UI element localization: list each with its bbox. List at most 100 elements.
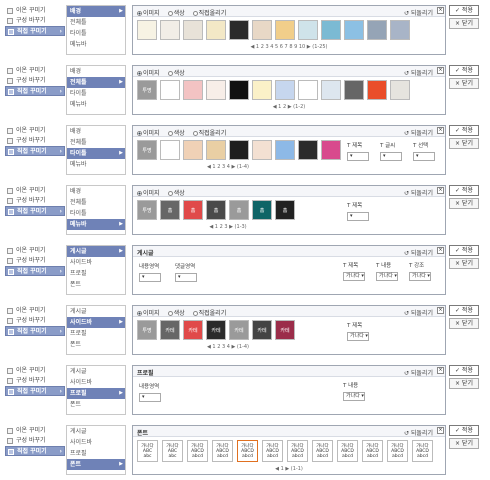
thumbnail[interactable] — [206, 80, 226, 100]
apply-button[interactable]: ✓ 적용 — [449, 365, 479, 376]
close-button[interactable]: × 닫기 — [449, 198, 479, 209]
option-select[interactable]: ▾ — [413, 152, 435, 161]
thumbnail[interactable] — [229, 20, 249, 40]
left-menu-item[interactable]: 구성 바꾸기 — [5, 136, 65, 146]
thumbnail[interactable] — [275, 20, 295, 40]
sub-menu-item[interactable]: 게시글 — [67, 306, 125, 317]
font-sample[interactable]: 가나다 ABC abc — [162, 440, 183, 462]
font-sample[interactable]: 가나다 ABC abc — [137, 440, 158, 462]
sub-menu-item[interactable]: 프로필 — [67, 448, 125, 459]
thumbnail[interactable] — [137, 20, 157, 40]
sub-menu-item[interactable]: 폰트 — [67, 339, 125, 350]
close-button[interactable]: × 닫기 — [449, 78, 479, 89]
thumbnail[interactable] — [183, 80, 203, 100]
left-menu-item[interactable]: 직접 꾸미기 › — [5, 206, 65, 216]
close-icon[interactable]: × — [437, 67, 444, 74]
left-menu-item[interactable]: 구성 바꾸기 — [5, 436, 65, 446]
sub-menu-item[interactable]: 폰트 — [67, 279, 125, 290]
pagination[interactable]: ◀ 1 2 3 4 ▶ (1-4) — [133, 163, 323, 171]
left-menu-item[interactable]: 구성 바꾸기 — [5, 76, 65, 86]
thumbnail[interactable] — [183, 140, 203, 160]
close-button[interactable]: × 닫기 — [449, 438, 479, 449]
thumbnail[interactable] — [252, 20, 272, 40]
thumbnail[interactable]: 투명 — [137, 80, 157, 100]
option-select[interactable]: ▾ — [347, 152, 369, 161]
sub-menu-item[interactable]: 타이틀 — [67, 28, 125, 39]
sub-menu-item[interactable]: 전체틀 ▶ — [67, 77, 125, 88]
sub-menu-item[interactable]: 게시글 — [67, 426, 125, 437]
close-button[interactable]: × 닫기 — [449, 18, 479, 29]
thumbnail[interactable] — [321, 20, 341, 40]
thumbnail[interactable] — [344, 80, 364, 100]
sub-menu-item[interactable]: 전체틀 — [67, 17, 125, 28]
left-menu-item[interactable]: 이온 꾸미기 — [5, 66, 65, 76]
option-select[interactable]: ▾ — [380, 152, 402, 161]
thumbnail[interactable] — [390, 20, 410, 40]
sub-menu-item[interactable]: 전체틀 — [67, 137, 125, 148]
close-icon[interactable]: × — [437, 127, 444, 134]
font-sample[interactable]: 가나다 ABCD abcd — [187, 440, 208, 462]
thumbnail[interactable] — [183, 20, 203, 40]
reset-link[interactable]: ↺ 되돌리기 — [404, 308, 433, 317]
sub-menu-item[interactable]: 게시글 — [67, 366, 125, 377]
thumbnail[interactable] — [275, 80, 295, 100]
left-menu-item[interactable]: 구성 바꾸기 — [5, 376, 65, 386]
sub-menu-item[interactable]: 타이틀 ▶ — [67, 148, 125, 159]
apply-button[interactable]: ✓ 적용 — [449, 125, 479, 136]
left-menu-item[interactable]: 이온 꾸미기 — [5, 126, 65, 136]
left-menu-item[interactable]: 이온 꾸미기 — [5, 186, 65, 196]
radio-option[interactable]: 직접올리기 — [192, 128, 226, 137]
left-menu-item[interactable]: 직접 꾸미기 › — [5, 446, 65, 456]
apply-button[interactable]: ✓ 적용 — [449, 425, 479, 436]
thumbnail[interactable] — [252, 140, 272, 160]
sub-menu-item[interactable]: 사이드바 ▶ — [67, 317, 125, 328]
sub-menu-item[interactable]: 메뉴바 ▶ — [67, 219, 125, 230]
font-sample[interactable]: 가나다 ABCD abcd — [262, 440, 283, 462]
sub-menu-item[interactable]: 사이드바 — [67, 257, 125, 268]
thumbnail[interactable]: 투명 — [137, 320, 157, 340]
thumbnail[interactable] — [229, 80, 249, 100]
thumbnail[interactable] — [321, 140, 341, 160]
pagination[interactable]: ◀ 1 2 3 4 5 6 7 8 9 10 ▶ (1-25) — [133, 43, 445, 51]
color-select[interactable]: ▾ — [139, 273, 161, 282]
sub-menu-item[interactable]: 폰트 ▶ — [67, 459, 125, 470]
thumbnail[interactable] — [321, 80, 341, 100]
apply-button[interactable]: ✓ 적용 — [449, 185, 479, 196]
thumbnail[interactable] — [160, 140, 180, 160]
sub-menu-item[interactable]: 프로필 — [67, 268, 125, 279]
left-menu-item[interactable]: 이온 꾸미기 — [5, 426, 65, 436]
apply-button[interactable]: ✓ 적용 — [449, 245, 479, 256]
thumbnail[interactable] — [229, 140, 249, 160]
thumbnail[interactable]: 홈 — [183, 200, 203, 220]
option-select[interactable]: 가나다 ▾ — [376, 272, 398, 281]
sub-menu-item[interactable]: 배경 — [67, 126, 125, 137]
reset-link[interactable]: ↺ 되돌리기 — [404, 368, 433, 377]
left-menu-item[interactable]: 이온 꾸미기 — [5, 306, 65, 316]
thumbnail[interactable]: 투명 — [137, 140, 157, 160]
thumbnail[interactable] — [367, 20, 387, 40]
apply-button[interactable]: ✓ 적용 — [449, 65, 479, 76]
left-menu-item[interactable]: 구성 바꾸기 — [5, 316, 65, 326]
color-select[interactable]: ▾ — [139, 393, 161, 402]
left-menu-item[interactable]: 구성 바꾸기 — [5, 16, 65, 26]
radio-option[interactable]: 색상 — [167, 188, 185, 197]
font-sample[interactable]: 가나다 ABCD abcd — [287, 440, 308, 462]
font-sample[interactable]: 가나다 ABCD abcd — [312, 440, 333, 462]
radio-option[interactable]: 색상 — [167, 68, 185, 77]
close-icon[interactable]: × — [437, 427, 444, 434]
sub-menu-item[interactable]: 게시글 ▶ — [67, 246, 125, 257]
radio-option[interactable]: 색상 — [167, 128, 185, 137]
thumbnail[interactable] — [206, 20, 226, 40]
thumbnail[interactable] — [298, 80, 318, 100]
close-icon[interactable]: × — [437, 247, 444, 254]
reset-link[interactable]: ↺ 되돌리기 — [404, 68, 433, 77]
thumbnail[interactable] — [206, 140, 226, 160]
thumbnail[interactable]: 홈 — [206, 200, 226, 220]
thumbnail[interactable] — [298, 20, 318, 40]
sub-menu-item[interactable]: 프로필 ▶ — [67, 388, 125, 399]
radio-option[interactable]: 색상 — [167, 308, 185, 317]
thumbnail[interactable] — [344, 20, 364, 40]
radio-option[interactable]: 이미지 — [137, 8, 160, 17]
radio-option[interactable]: 이미지 — [137, 308, 160, 317]
color-select[interactable]: ▾ — [175, 273, 197, 282]
